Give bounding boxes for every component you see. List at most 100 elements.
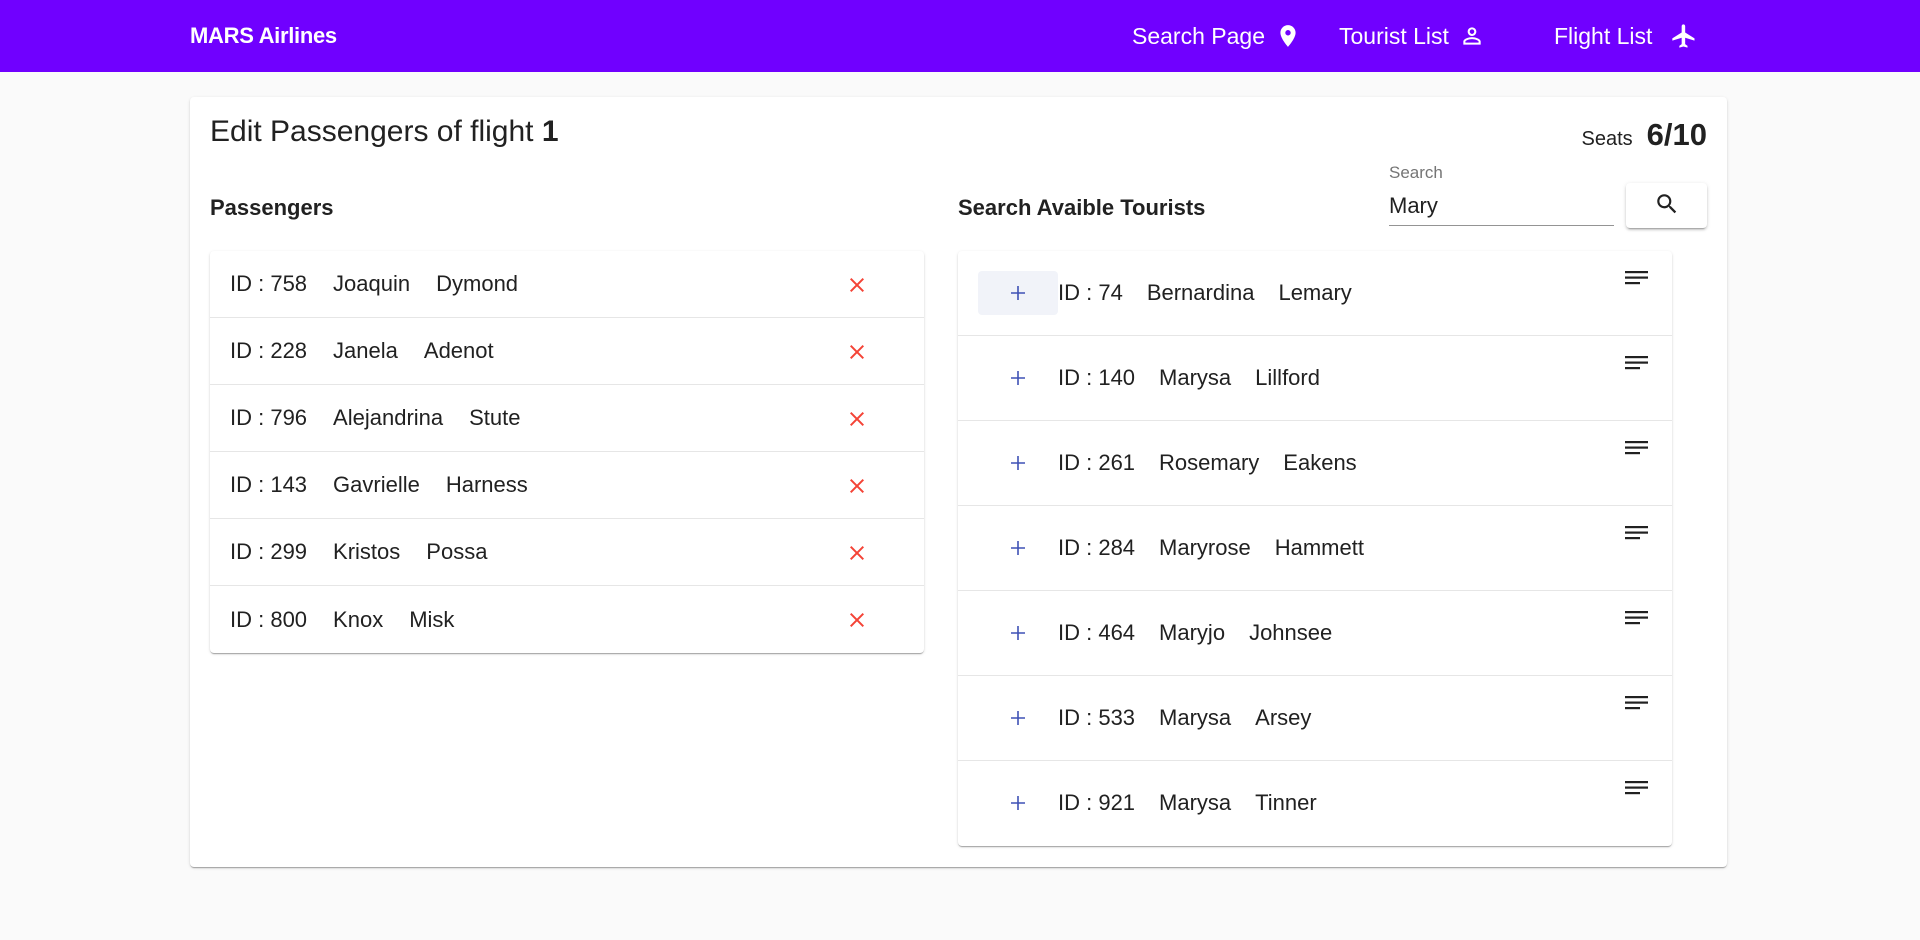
tourist-last-name: Lillford xyxy=(1255,365,1320,390)
add-tourist-button[interactable] xyxy=(978,526,1058,570)
tourist-text: ID : 284 Maryrose Hammett xyxy=(1058,535,1364,561)
passengers-heading: Passengers xyxy=(210,195,334,220)
tourist-text: ID : 261 Rosemary Eakens xyxy=(1058,450,1357,476)
notes-icon xyxy=(1625,441,1648,455)
tourist-text: ID : 533 Marysa Arsey xyxy=(1058,705,1311,731)
tourist-details-button[interactable] xyxy=(1624,694,1650,716)
airplane-icon xyxy=(1670,22,1698,50)
passenger-id: ID : 758 xyxy=(230,271,308,296)
remove-passenger-button[interactable] xyxy=(842,270,872,300)
add-tourist-button[interactable] xyxy=(978,781,1058,825)
seats-label: Seats xyxy=(1581,128,1633,150)
passenger-last-name: Misk xyxy=(409,606,455,632)
plus-icon xyxy=(1011,796,1025,810)
tourist-last-name: Arsey xyxy=(1255,705,1312,730)
close-icon xyxy=(850,479,864,493)
plus-icon xyxy=(1011,541,1025,555)
add-tourist-button[interactable] xyxy=(978,696,1058,740)
plus-icon xyxy=(1011,711,1025,725)
search-icon xyxy=(1654,191,1680,220)
search-button[interactable] xyxy=(1626,183,1707,228)
tourist-first-name: Marysa xyxy=(1159,705,1232,730)
edit-passengers-card: Edit Passengers of flight 1 Seats 6/10 P… xyxy=(190,97,1727,867)
close-icon xyxy=(850,278,864,292)
passenger-id: ID : 143 xyxy=(230,472,308,497)
tourist-text: ID : 464 Maryjo Johnsee xyxy=(1058,620,1332,646)
list-item: ID : 143 Gavrielle Harness xyxy=(210,452,924,519)
list-item: ID : 228 Janela Adenot xyxy=(210,318,924,385)
tourist-first-name: Maryjo xyxy=(1159,620,1226,645)
tourist-first-name: Maryrose xyxy=(1159,535,1251,560)
tourist-details-button[interactable] xyxy=(1624,779,1650,801)
list-item: ID : 140 Marysa Lillford xyxy=(958,336,1672,421)
tourists-heading: Search Avaible Tourists xyxy=(958,195,1206,220)
list-item: ID : 299 Kristos Possa xyxy=(210,519,924,586)
passenger-id: ID : 800 xyxy=(230,606,308,632)
notes-icon xyxy=(1625,696,1648,710)
tourist-details-button[interactable] xyxy=(1624,439,1650,461)
passenger-first-name: Kristos xyxy=(333,539,401,564)
nav-search-page[interactable]: Search Page xyxy=(1132,0,1301,72)
passenger-first-name: Joaquin xyxy=(333,271,411,296)
passenger-first-name: Janela xyxy=(333,338,398,363)
tourist-last-name: Johnsee xyxy=(1249,620,1333,645)
notes-icon xyxy=(1625,356,1648,370)
passenger-last-name: Adenot xyxy=(423,338,494,363)
passenger-first-name: Knox xyxy=(333,606,384,632)
remove-passenger-button[interactable] xyxy=(842,404,872,434)
passenger-first-name: Alejandrina xyxy=(333,405,444,430)
list-item: ID : 800 Knox Misk xyxy=(210,586,924,653)
tourist-text: ID : 140 Marysa Lillford xyxy=(1058,365,1320,391)
tourist-details-button[interactable] xyxy=(1624,354,1650,376)
tourist-last-name: Eakens xyxy=(1283,450,1357,475)
tourist-id: ID : 74 xyxy=(1058,280,1123,305)
plus-icon xyxy=(1011,456,1025,470)
tourist-text: ID : 74 Bernardina Lemary xyxy=(1058,280,1352,306)
search-input[interactable] xyxy=(1389,187,1614,226)
passengers-list: ID : 758 Joaquin Dymond ID : 228 Janela … xyxy=(210,251,924,653)
tourist-details-button[interactable] xyxy=(1624,524,1650,546)
remove-passenger-button[interactable] xyxy=(842,337,872,367)
notes-icon xyxy=(1625,611,1648,625)
close-icon xyxy=(850,412,864,426)
remove-passenger-button[interactable] xyxy=(842,538,872,568)
close-icon xyxy=(850,546,864,560)
tourist-details-button[interactable] xyxy=(1624,609,1650,631)
page-title-prefix: Edit Passengers of flight xyxy=(210,115,534,148)
add-tourist-button[interactable] xyxy=(978,441,1058,485)
list-item: ID : 796 Alejandrina Stute xyxy=(210,385,924,452)
tourist-first-name: Marysa xyxy=(1159,790,1232,815)
nav-tourist-list[interactable]: Tourist List xyxy=(1339,0,1485,72)
seats-value: 6/10 xyxy=(1646,117,1707,152)
remove-passenger-button[interactable] xyxy=(842,605,872,635)
nav-search-page-label: Search Page xyxy=(1132,22,1265,49)
list-item: ID : 74 Bernardina Lemary xyxy=(958,251,1672,336)
tourist-details-button[interactable] xyxy=(1624,269,1650,291)
brand-title[interactable]: MARS Airlines xyxy=(190,0,337,72)
tourist-last-name: Hammett xyxy=(1274,535,1364,560)
list-item: ID : 464 Maryjo Johnsee xyxy=(958,591,1672,676)
notes-icon xyxy=(1625,526,1648,540)
seats-counter: Seats 6/10 xyxy=(1582,117,1708,153)
nav-flight-list[interactable]: Flight List xyxy=(1554,0,1698,72)
passenger-last-name: Possa xyxy=(426,539,488,564)
tourist-id: ID : 284 xyxy=(1058,535,1136,560)
tourist-first-name: Marysa xyxy=(1159,365,1232,390)
remove-passenger-button[interactable] xyxy=(842,471,872,501)
add-tourist-button[interactable] xyxy=(978,271,1058,315)
add-tourist-button[interactable] xyxy=(978,611,1058,655)
nav-flight-list-label: Flight List xyxy=(1554,22,1653,49)
passenger-last-name: Harness xyxy=(445,472,528,497)
plus-icon xyxy=(1011,286,1025,300)
tourists-list: ID : 74 Bernardina Lemary ID : 140 Marys… xyxy=(958,251,1672,846)
passenger-first-name: Gavrielle xyxy=(333,472,420,497)
tourist-id: ID : 533 xyxy=(1058,705,1136,730)
passenger-id: ID : 796 xyxy=(230,405,308,430)
page-title: Edit Passengers of flight 1 xyxy=(210,115,559,149)
list-item: ID : 921 Marysa Tinner xyxy=(958,761,1672,846)
list-item: ID : 758 Joaquin Dymond xyxy=(210,251,924,318)
notes-icon xyxy=(1625,271,1648,285)
add-tourist-button[interactable] xyxy=(978,356,1058,400)
list-item: ID : 284 Maryrose Hammett xyxy=(958,506,1672,591)
plus-icon xyxy=(1011,626,1025,640)
